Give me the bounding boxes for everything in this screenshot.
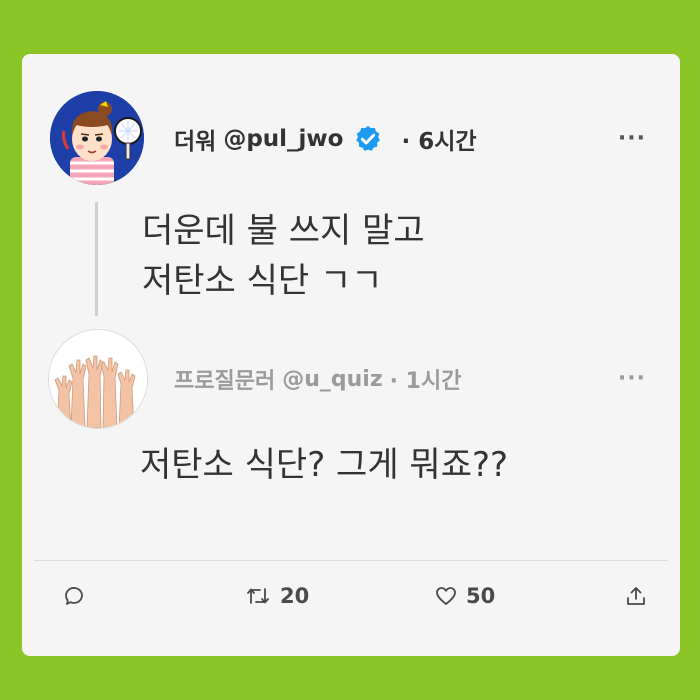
verified-badge-icon [356,125,381,151]
user-handle[interactable]: @pul_jwo [223,126,343,152]
avatar-u-quiz[interactable] [48,329,148,429]
user-handle[interactable]: @u_quiz [282,367,382,392]
like-count: 50 [466,584,496,608]
retweet-button[interactable]: 20 [244,576,309,616]
share-icon [627,587,645,605]
like-icon [436,587,456,605]
avatar-illustration-icon [50,91,144,185]
reply-icon [65,587,83,605]
raised-hands-icon [49,330,147,428]
tweet-text-line: 더운데 불 쓰지 말고 [142,211,425,251]
like-button[interactable]: 50 [434,576,495,616]
original-tweet-text: 더운데 불 쓰지 말고 저탄소 식단 ㄱㄱ [142,206,425,306]
more-icon[interactable]: ··· [618,128,646,150]
tweet-text-line: 저탄소 식단 ㄱㄱ [142,261,383,301]
thread-connector-line [95,202,98,316]
tweet-timestamp[interactable]: · 6시간 [401,122,476,156]
display-name[interactable]: 프로질문러 [174,363,275,395]
tweet-card: 더워 @pul_jwo · 6시간 ··· 더운데 불 쓰지 말고 저탄소 식단… [22,54,680,656]
retweet-icon [247,588,269,604]
share-button[interactable] [624,576,648,616]
reply-tweet-header: 프로질문러 @u_quiz · 1시간 [174,362,461,396]
original-tweet-header: 더워 @pul_jwo · 6시간 [174,122,477,156]
reply-tweet-text: 저탄소 식단? 그게 뭐죠?? [140,445,509,485]
more-icon[interactable]: ··· [618,368,646,390]
tweet-timestamp[interactable]: · 1시간 [390,363,462,395]
display-name[interactable]: 더워 [174,122,216,156]
reply-button[interactable] [62,576,86,616]
action-bar-divider [34,560,668,561]
retweet-count: 20 [280,584,310,608]
avatar-pul-jwo[interactable] [50,91,144,185]
